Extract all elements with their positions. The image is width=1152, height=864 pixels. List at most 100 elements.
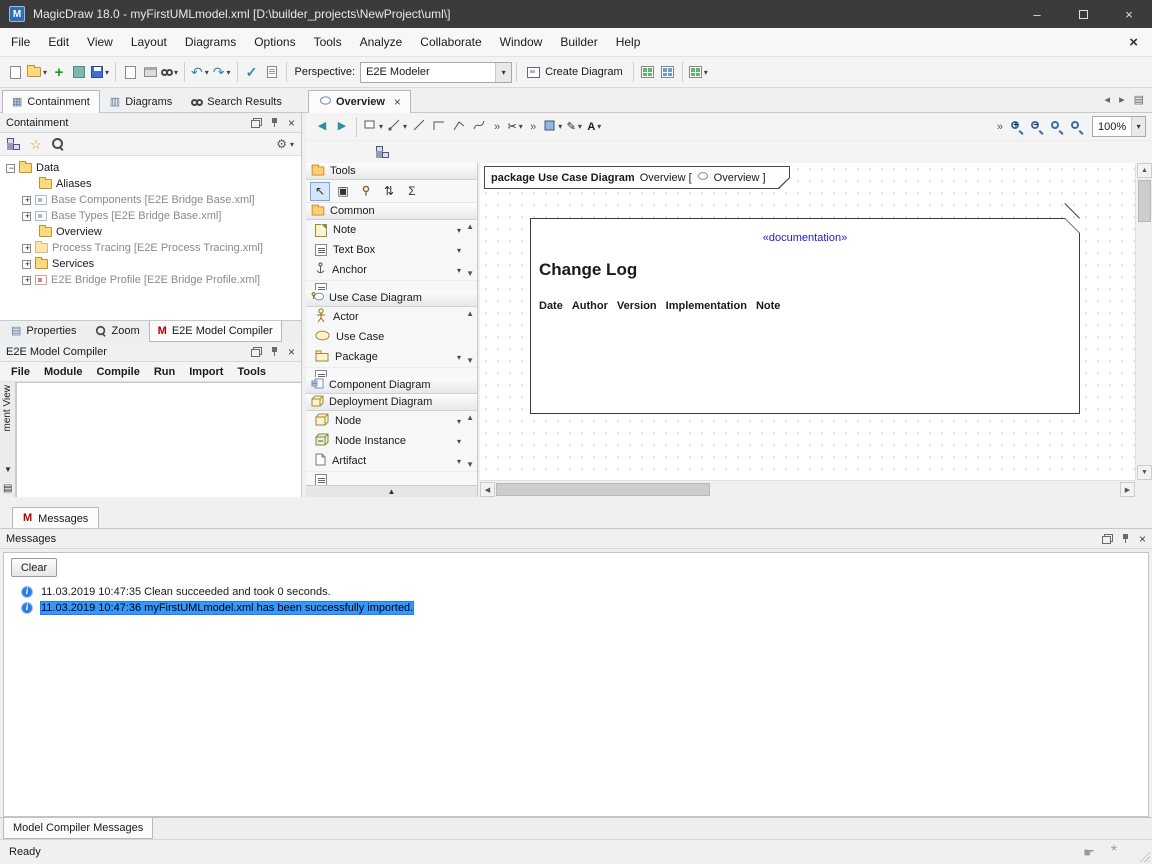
- menu-tools[interactable]: Tools: [305, 28, 351, 56]
- palette-item-clipped[interactable]: [306, 367, 477, 377]
- menu-options[interactable]: Options: [245, 28, 304, 56]
- find-button[interactable]: ▾: [160, 60, 180, 84]
- next-tab-icon[interactable]: ▸: [1119, 93, 1125, 106]
- menubar-close-icon[interactable]: ×: [1129, 34, 1138, 51]
- menu-diagrams[interactable]: Diagrams: [176, 28, 245, 56]
- overflow-icon[interactable]: »: [997, 121, 1003, 133]
- close-panel-icon[interactable]: ×: [288, 117, 295, 129]
- perspective-select[interactable]: E2E Modeler ▾: [360, 62, 512, 83]
- dropdown-icon[interactable]: ▾: [457, 226, 461, 235]
- shapes-button[interactable]: ▾: [361, 115, 385, 139]
- dropdown-icon[interactable]: ▾: [457, 266, 461, 275]
- palette-item-node[interactable]: Node ▾: [306, 411, 477, 431]
- dropdown-icon[interactable]: ▾: [457, 353, 461, 362]
- clear-button[interactable]: Clear: [11, 558, 57, 577]
- redo-button[interactable]: ↷▾: [211, 60, 233, 84]
- horizontal-scrollbar[interactable]: ◀ ▶: [480, 480, 1135, 497]
- scroll-left-button[interactable]: ◀: [480, 482, 495, 497]
- expand-icon[interactable]: [22, 276, 31, 285]
- tree-item-data[interactable]: Data: [0, 160, 301, 176]
- palette-header-component-diagram[interactable]: Component Diagram: [306, 377, 477, 394]
- gear-icon[interactable]: ⚙: [276, 138, 287, 150]
- zoom-selection-icon[interactable]: [1071, 120, 1085, 134]
- collapse-icon[interactable]: [6, 164, 15, 173]
- font-button[interactable]: A ▾: [584, 115, 604, 139]
- vertical-scrollbar[interactable]: ▲ ▼: [1135, 163, 1152, 480]
- line-spline-button[interactable]: [469, 115, 489, 139]
- menu-builder[interactable]: Builder: [551, 28, 606, 56]
- minimize-button[interactable]: –: [1014, 0, 1060, 28]
- line-oblique-button[interactable]: [449, 115, 469, 139]
- notification-hand-icon[interactable]: ☛: [1083, 846, 1095, 859]
- menu-window[interactable]: Window: [491, 28, 552, 56]
- swap-tool-icon[interactable]: ⇅: [379, 182, 399, 201]
- section-scroll-up-icon[interactable]: ▲: [466, 413, 474, 422]
- section-scroll-up-icon[interactable]: ▲: [466, 309, 474, 318]
- compiler-menu-tools[interactable]: Tools: [230, 366, 273, 378]
- zoom-level-select[interactable]: 100% ▾: [1092, 116, 1146, 137]
- compiler-menu-module[interactable]: Module: [37, 366, 90, 378]
- menu-help[interactable]: Help: [607, 28, 650, 56]
- tab-containment[interactable]: ▦ Containment: [2, 90, 100, 113]
- overflow-icon[interactable]: »: [530, 121, 536, 133]
- palette-item-actor[interactable]: Actor: [306, 307, 477, 327]
- scroll-down-button[interactable]: ▼: [1137, 465, 1152, 480]
- pen-color-button[interactable]: ✎ ▾: [564, 115, 584, 139]
- compiler-menu-run[interactable]: Run: [147, 366, 182, 378]
- palette-item-use-case[interactable]: Use Case: [306, 327, 477, 347]
- resize-grip[interactable]: [1137, 849, 1150, 862]
- pin-panel-icon[interactable]: [270, 346, 280, 357]
- tree-item-services[interactable]: Services: [0, 256, 301, 272]
- close-panel-icon[interactable]: ×: [288, 346, 295, 358]
- overflow-icon[interactable]: »: [494, 121, 500, 133]
- section-scroll-up-icon[interactable]: ▲: [466, 222, 474, 231]
- create-diagram-button[interactable]: Create Diagram: [521, 61, 629, 84]
- palette-item-anchor[interactable]: Anchor ▾: [306, 260, 477, 280]
- split-button[interactable]: ✂ ▾: [505, 115, 525, 139]
- add-element-button[interactable]: +: [49, 60, 69, 84]
- messages-dock-tab[interactable]: M Messages: [12, 507, 99, 529]
- new-project-button[interactable]: [5, 60, 25, 84]
- menu-view[interactable]: View: [78, 28, 122, 56]
- tab-search-results[interactable]: Search Results: [182, 90, 292, 113]
- section-scroll-down-icon[interactable]: ▼: [466, 356, 474, 365]
- diagram-tables-button[interactable]: [638, 60, 658, 84]
- close-button[interactable]: ×: [1106, 0, 1152, 28]
- tab-e2e-model-compiler[interactable]: M E2E Model Compiler: [149, 321, 282, 342]
- close-panel-icon[interactable]: ×: [1139, 533, 1146, 545]
- favorites-icon[interactable]: ☆: [30, 138, 42, 151]
- message-row[interactable]: 11.03.2019 10:47:35 Clean succeeded and …: [21, 584, 1142, 600]
- pin-panel-icon[interactable]: [1121, 533, 1131, 544]
- expand-icon[interactable]: [22, 196, 31, 205]
- transform-button[interactable]: ▾: [687, 60, 710, 84]
- undo-button[interactable]: ↶▾: [189, 60, 211, 84]
- documentation-note[interactable]: «documentation» Change Log Date Author V…: [530, 218, 1080, 414]
- section-scroll-down-icon[interactable]: ▼: [466, 269, 474, 278]
- float-panel-icon[interactable]: [251, 118, 262, 128]
- tab-model-compiler-messages[interactable]: Model Compiler Messages: [3, 818, 153, 839]
- palette-header-common[interactable]: Common: [306, 203, 477, 220]
- containment-tree-button[interactable]: [372, 140, 392, 164]
- palette-item-package[interactable]: Package ▾: [306, 347, 477, 367]
- palette-header-deployment-diagram[interactable]: Deployment Diagram: [306, 394, 477, 411]
- scroll-up-button[interactable]: ▲: [1137, 163, 1152, 178]
- dropdown-icon[interactable]: ▾: [457, 417, 461, 426]
- dropdown-icon[interactable]: ▾: [457, 437, 461, 446]
- compiler-menu-compile[interactable]: Compile: [89, 366, 146, 378]
- tree-item-process-tracing[interactable]: Process Tracing [E2E Process Tracing.xml…: [0, 240, 301, 256]
- dropdown-icon[interactable]: ▾: [457, 246, 461, 255]
- zoom-out-icon[interactable]: −: [1031, 120, 1045, 134]
- menu-edit[interactable]: Edit: [39, 28, 78, 56]
- select-tool-icon[interactable]: ↖: [310, 182, 330, 201]
- menu-collaborate[interactable]: Collaborate: [411, 28, 490, 56]
- expand-icon[interactable]: [22, 212, 31, 221]
- zoom-fit-icon[interactable]: [1051, 120, 1065, 134]
- line-rectilinear-button[interactable]: [429, 115, 449, 139]
- side-strip-arrow-icon[interactable]: ▼: [4, 465, 12, 474]
- tab-properties[interactable]: ▤ Properties: [2, 321, 86, 342]
- palette-item-artifact[interactable]: Artifact ▾: [306, 451, 477, 471]
- line-straight-button[interactable]: [409, 115, 429, 139]
- validate-button[interactable]: ✓: [242, 60, 262, 84]
- palette-item-clipped[interactable]: [306, 471, 477, 485]
- tab-list-icon[interactable]: ▤: [1134, 93, 1144, 106]
